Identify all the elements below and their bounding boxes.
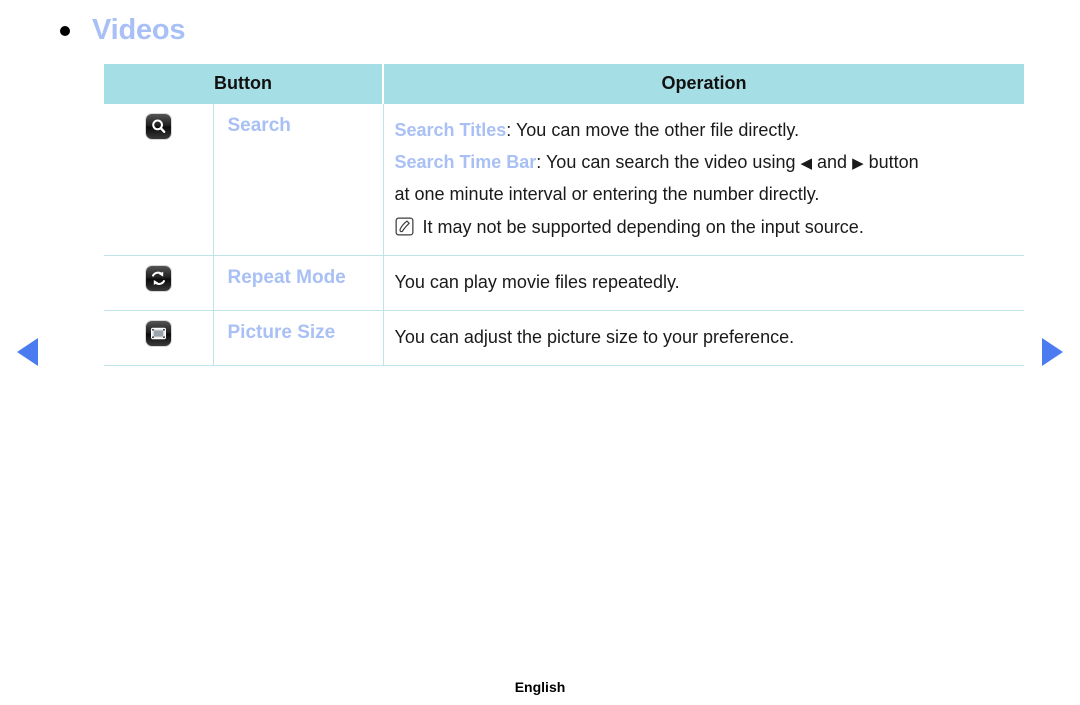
operation-text: and (812, 152, 853, 173)
note-pen-icon (395, 217, 413, 236)
operation-key-search-titles: Search Titles (394, 120, 507, 140)
spec-table-container: Button Operation Search Search Titles: Y… (104, 64, 1025, 367)
button-name-search: Search (213, 104, 384, 257)
button-name-picture-size: Picture Size (213, 310, 384, 367)
button-icon-cell (104, 104, 214, 257)
picture-size-icon[interactable] (145, 321, 171, 347)
column-header-operation: Operation (383, 64, 1025, 104)
operation-separator: : (536, 152, 546, 173)
operation-line: Search Time Bar: You can search the vide… (395, 146, 1015, 178)
page-title-row: Videos (60, 14, 186, 46)
table-row: Repeat Mode You can play movie files rep… (104, 255, 1025, 312)
table-row: Search Search Titles: You can move the o… (104, 104, 1025, 257)
note-text: It may not be supported depending on the… (422, 217, 864, 238)
operation-key-search-time-bar: Search Time Bar (394, 152, 537, 173)
bullet-dot-icon (60, 25, 70, 36)
footer-language-label: English (514, 679, 566, 695)
table-row: Picture Size You can adjust the picture … (104, 310, 1025, 367)
operation-text: You can move the other file directly. (515, 120, 800, 140)
operation-text: You can search the video using (545, 152, 801, 173)
table-body: Search Search Titles: You can move the o… (104, 104, 1025, 367)
operation-cell-picture-size: You can adjust the picture size to your … (383, 310, 1025, 367)
operation-line: at one minute interval or entering the n… (394, 184, 820, 205)
repeat-loop-icon[interactable] (145, 266, 171, 292)
operation-cell-search: Search Titles: You can move the other fi… (383, 104, 1025, 257)
triangle-left-icon: ◀ (800, 155, 813, 173)
videos-button-operation-table: Button Operation Search Search Titles: Y… (104, 64, 1025, 367)
button-icon-cell (104, 255, 214, 312)
operation-separator: : (506, 120, 516, 140)
button-name-repeat-mode: Repeat Mode (213, 255, 384, 312)
triangle-right-icon: ▶ (852, 155, 864, 173)
previous-page-arrow[interactable] (17, 338, 38, 366)
next-page-arrow[interactable] (1042, 338, 1063, 366)
operation-text: button (863, 152, 919, 173)
table-header: Button Operation (104, 64, 1025, 104)
table-header-row: Button Operation (104, 64, 1025, 104)
operation-line: You can play movie files repeatedly. (394, 272, 680, 293)
page-title: Videos (92, 14, 186, 46)
column-header-button: Button (104, 64, 385, 104)
note-row: It may not be supported depending on the… (395, 211, 1015, 243)
operation-cell-repeat-mode: You can play movie files repeatedly. (383, 255, 1025, 312)
operation-line: Search Titles: You can move the other fi… (395, 114, 1015, 146)
button-icon-cell (104, 310, 214, 367)
operation-line: You can adjust the picture size to your … (394, 327, 795, 348)
search-magnifier-icon[interactable] (145, 114, 171, 139)
